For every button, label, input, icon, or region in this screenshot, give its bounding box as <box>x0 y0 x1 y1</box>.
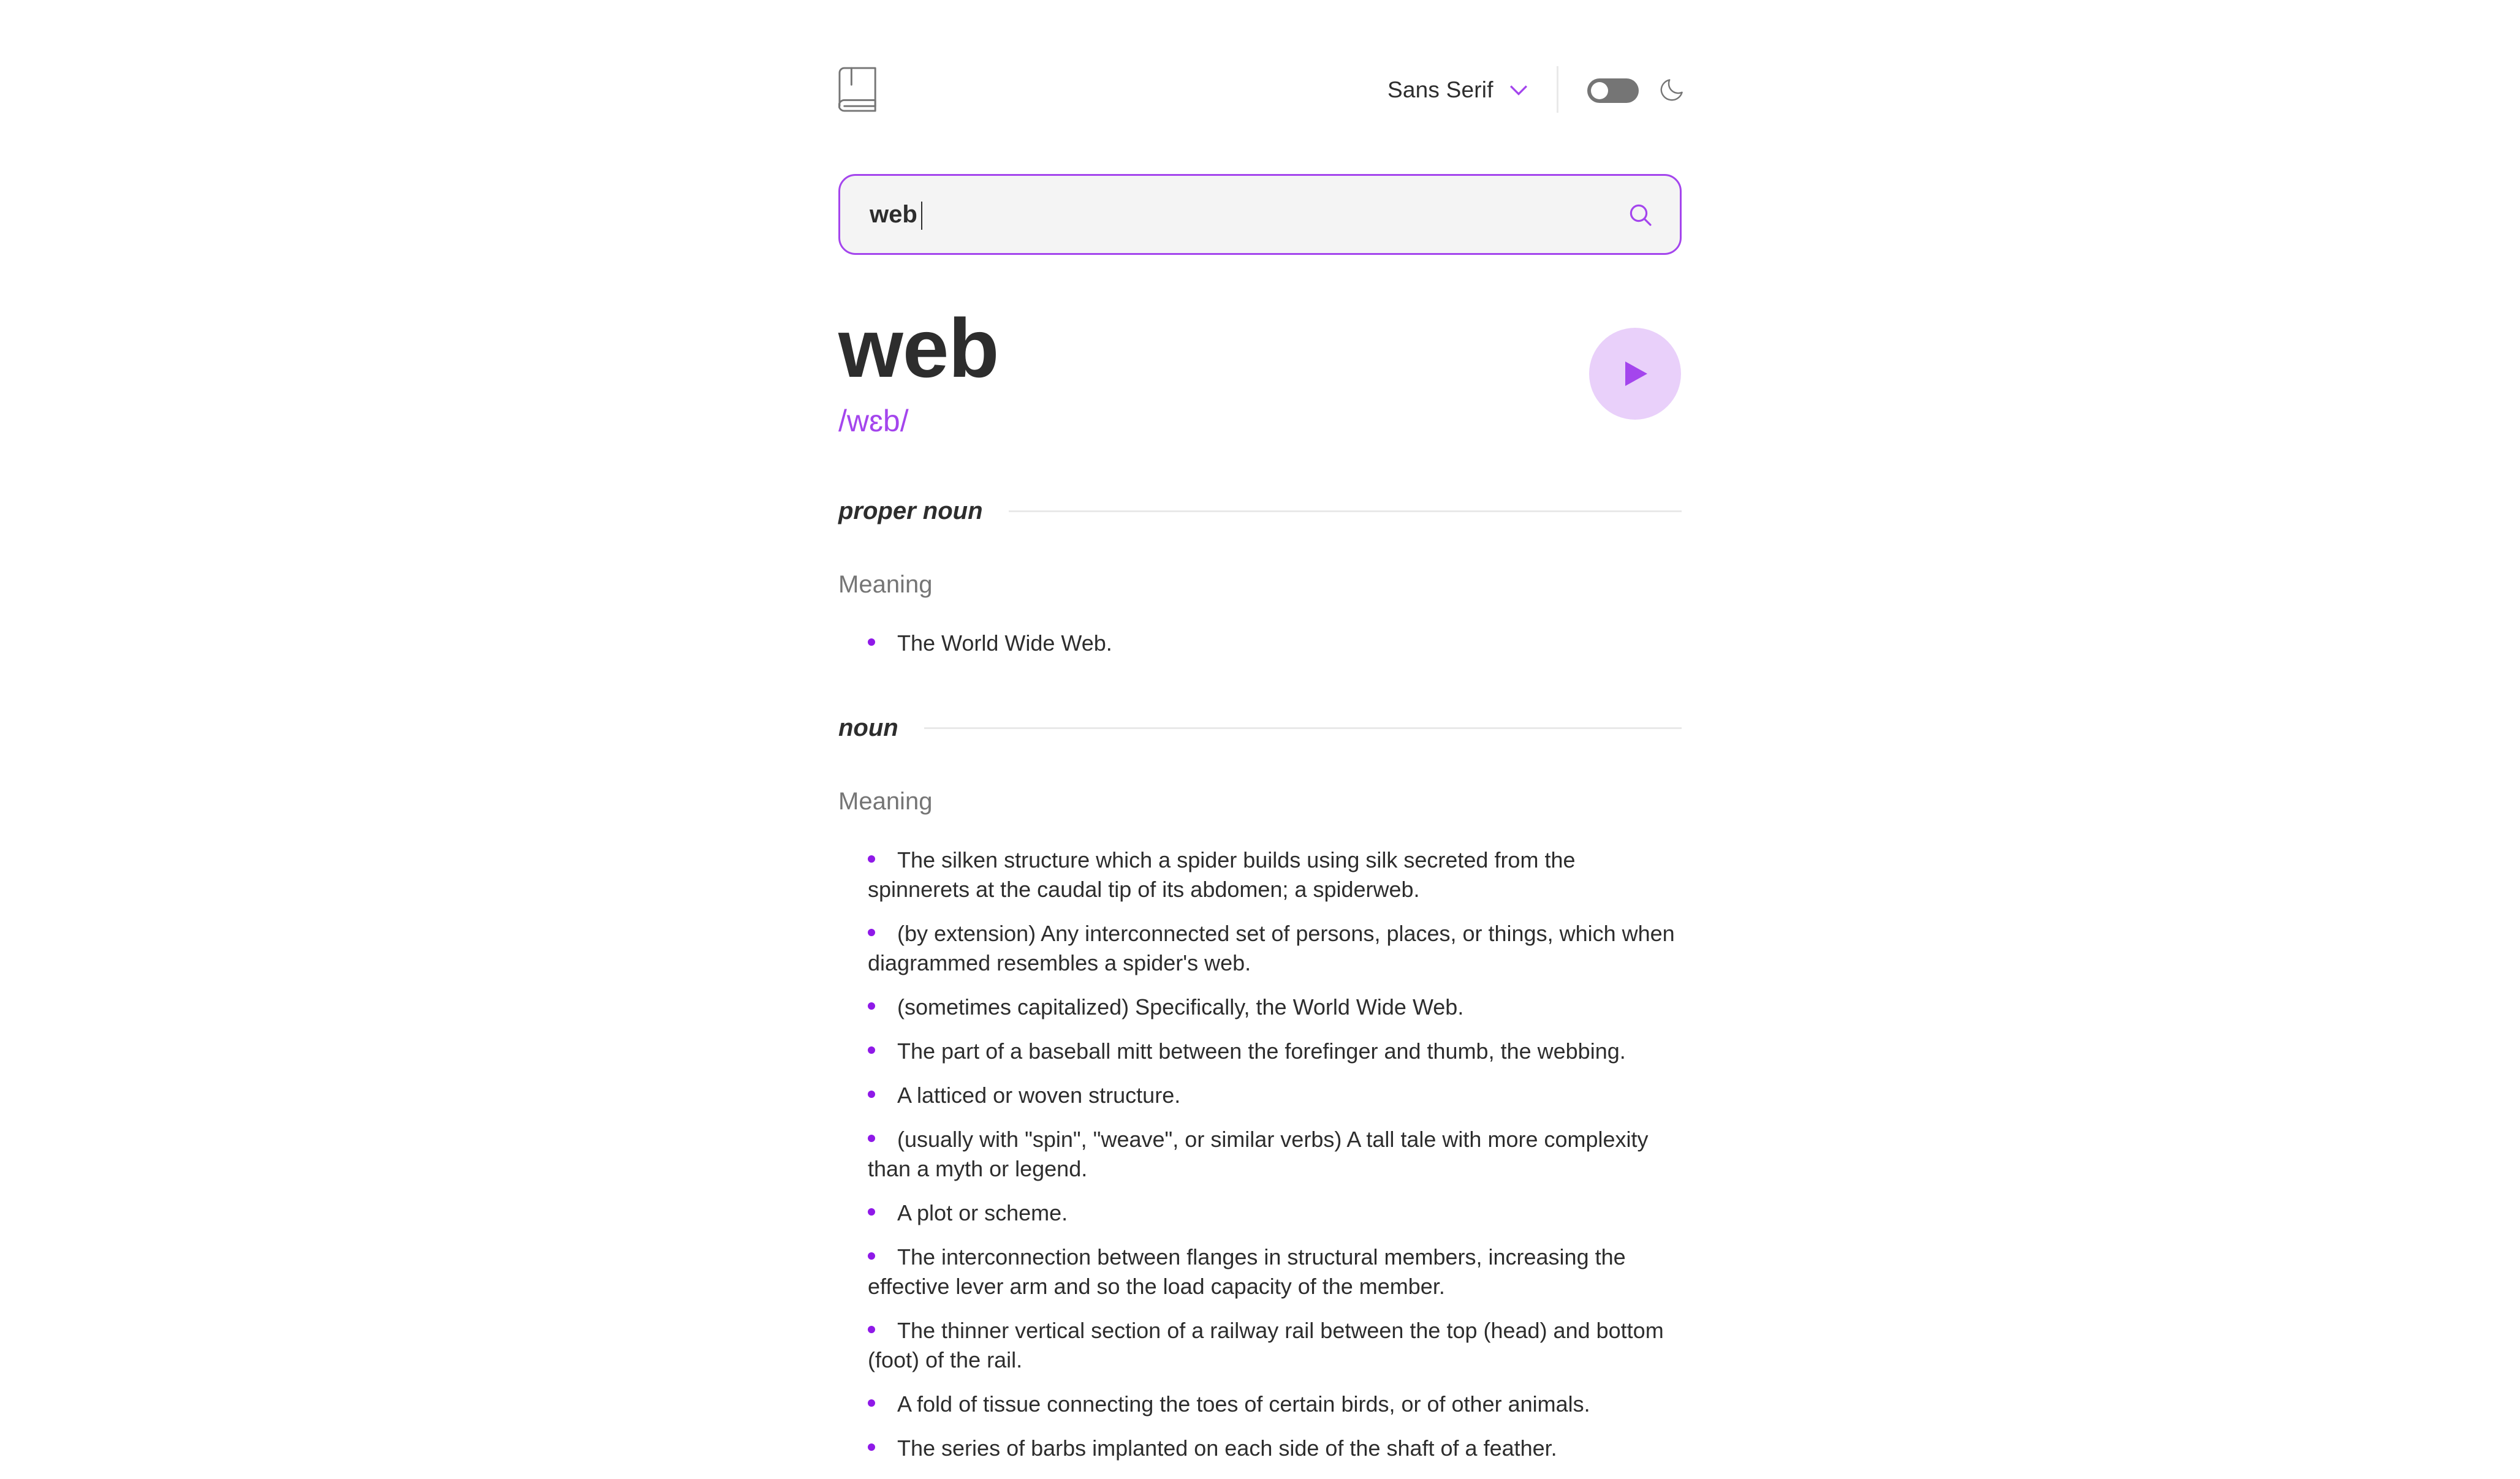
toggle-knob <box>1591 82 1608 99</box>
definition-item: The thinner vertical section of a railwa… <box>868 1316 1683 1375</box>
definition-text: The series of barbs implanted on each si… <box>897 1436 1557 1461</box>
bullet <box>868 638 875 646</box>
play-audio-button[interactable] <box>1589 328 1681 420</box>
bullet <box>868 1091 875 1099</box>
definition-item: (by extension) Any interconnected set of… <box>868 919 1683 978</box>
bullet <box>868 1135 875 1143</box>
definition-text: The World Wide Web. <box>897 630 1112 656</box>
definition-text: (by extension) Any interconnected set of… <box>868 921 1675 975</box>
bullet <box>868 1046 875 1054</box>
definition-list: The silken structure which a spider buil… <box>868 845 1683 1478</box>
definition-text: A fold of tissue connecting the toes of … <box>897 1391 1590 1417</box>
section-proper-noun: proper noun <box>838 493 1682 529</box>
definition-text: (sometimes capitalized) Specifically, th… <box>897 994 1464 1019</box>
definition-text: The interconnection between flanges in s… <box>868 1244 1626 1299</box>
definition-item: The interconnection between flanges in s… <box>868 1243 1683 1301</box>
bullet <box>868 1002 875 1010</box>
meaning-label: Meaning <box>838 571 933 598</box>
bullet <box>868 1252 875 1260</box>
search-bar <box>838 174 1682 255</box>
bullet <box>868 929 875 937</box>
text-caret <box>921 202 922 230</box>
chevron-down-icon <box>1509 85 1527 96</box>
header-divider <box>1557 66 1558 113</box>
phonetic: /wɛb/ <box>838 404 909 438</box>
book-icon[interactable] <box>838 66 879 113</box>
bullet <box>868 1399 875 1407</box>
definition-item: The World Wide Web. <box>868 629 1683 658</box>
search-input[interactable] <box>870 200 1605 229</box>
meaning-label: Meaning <box>838 788 933 815</box>
header: Sans Serif <box>838 66 1683 113</box>
moon-icon[interactable] <box>1660 78 1683 102</box>
definition-text: A latticed or woven structure. <box>897 1083 1181 1108</box>
bullet <box>868 1326 875 1334</box>
font-select-label: Sans Serif <box>1387 77 1493 102</box>
definition-text: The silken structure which a spider buil… <box>868 847 1576 902</box>
definition-item: The series of barbs implanted on each si… <box>868 1434 1683 1463</box>
part-of-speech: proper noun <box>838 497 983 524</box>
search-icon[interactable] <box>1630 204 1652 226</box>
definition-text: The part of a baseball mitt between the … <box>897 1038 1626 1064</box>
definition-item: The silken structure which a spider buil… <box>868 845 1683 904</box>
definition-item: (usually with "spin", "weave", or simila… <box>868 1125 1683 1184</box>
definition-item: A latticed or woven structure. <box>868 1081 1683 1110</box>
definition-text: (usually with "spin", "weave", or simila… <box>868 1127 1649 1181</box>
definition-item: A fold of tissue connecting the toes of … <box>868 1390 1683 1419</box>
section-noun: noun <box>838 709 1682 746</box>
definition-item: A plot or scheme. <box>868 1198 1683 1228</box>
definition-text: A plot or scheme. <box>897 1200 1068 1225</box>
definition-item: The part of a baseball mitt between the … <box>868 1037 1683 1066</box>
theme-toggle[interactable] <box>1587 78 1639 103</box>
bullet <box>868 855 875 863</box>
definition-list: The World Wide Web. <box>868 629 1683 673</box>
definition-text: The thinner vertical section of a railwa… <box>868 1318 1664 1372</box>
play-icon <box>1625 361 1647 386</box>
bullet <box>868 1443 875 1451</box>
word-title: web <box>838 301 999 395</box>
section-divider <box>924 727 1682 729</box>
section-divider <box>1008 510 1682 512</box>
bullet <box>868 1208 875 1216</box>
font-select[interactable]: Sans Serif <box>1387 75 1528 105</box>
definition-item: (sometimes capitalized) Specifically, th… <box>868 993 1683 1022</box>
part-of-speech: noun <box>838 714 898 741</box>
